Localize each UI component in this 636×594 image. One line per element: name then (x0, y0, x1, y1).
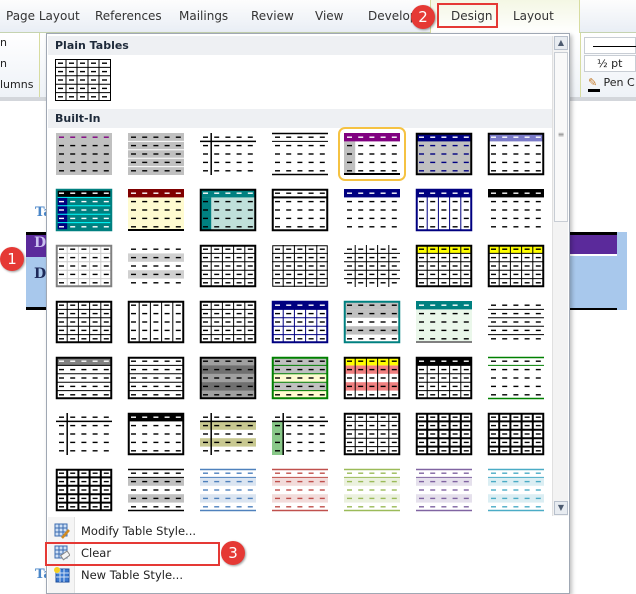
design-tab-highlight (437, 3, 498, 28)
modify-table-style-label: Modify Table Style... (81, 524, 197, 538)
table-style-thumbnail[interactable] (487, 356, 545, 400)
pen-color-button[interactable]: ✎ Pen C (588, 76, 635, 92)
table-style-thumbnail[interactable] (487, 244, 545, 288)
table-style-thumbnail[interactable] (199, 468, 257, 512)
plain-tables-header: Plain Tables (48, 36, 552, 55)
ribbon-tab-bar: Page Layout References Mailings Review V… (0, 0, 636, 33)
table-style-thumbnail[interactable] (415, 412, 473, 456)
table-style-thumbnail[interactable] (343, 412, 401, 456)
table-style-thumbnail[interactable] (271, 412, 329, 456)
table-style-thumbnail[interactable] (338, 127, 406, 181)
table-style-thumbnail[interactable] (55, 300, 113, 344)
table-style-plain-grid[interactable] (55, 59, 113, 103)
modify-table-icon (54, 523, 70, 539)
table-style-thumbnail[interactable] (199, 244, 257, 288)
table-style-thumbnail[interactable] (415, 468, 473, 512)
gallery-scrollbar[interactable]: ▲ ≡ ▼ (552, 36, 568, 516)
table-style-thumbnail[interactable] (127, 356, 185, 400)
table-style-thumbnail[interactable] (55, 132, 113, 176)
table-style-thumbnail[interactable] (55, 356, 113, 400)
table-style-thumbnail[interactable] (199, 188, 257, 232)
built-in-header: Built-In (48, 109, 552, 128)
table-style-thumbnail[interactable] (127, 132, 185, 176)
tab-references[interactable]: References (95, 9, 162, 23)
table-style-thumbnail[interactable] (487, 468, 545, 512)
callout-3: 3 (221, 541, 245, 565)
table-style-thumbnail[interactable] (127, 188, 185, 232)
callout-2: 2 (411, 5, 435, 29)
table-style-thumbnail[interactable] (415, 300, 473, 344)
table-style-thumbnail[interactable] (271, 300, 329, 344)
line-style-dropdown[interactable] (584, 37, 636, 54)
tab-layout[interactable]: Layout (513, 9, 554, 23)
clear-highlight (45, 542, 220, 566)
scroll-up-button[interactable]: ▲ (554, 36, 568, 50)
scroll-down-button[interactable]: ▼ (554, 501, 568, 515)
table-style-thumbnail[interactable] (55, 468, 113, 512)
table-style-thumbnail[interactable] (487, 412, 545, 456)
table-style-thumbnail[interactable] (127, 412, 185, 456)
ribbon-option-1[interactable]: n (0, 36, 7, 49)
table-style-thumbnail[interactable] (415, 356, 473, 400)
table-style-thumbnail[interactable] (199, 356, 257, 400)
tab-page-layout[interactable]: Page Layout (6, 9, 80, 23)
line-weight-dropdown[interactable]: ½ pt (584, 55, 636, 72)
table-style-thumbnail[interactable] (271, 244, 329, 288)
tab-mailings[interactable]: Mailings (179, 9, 228, 23)
table-style-thumbnail[interactable] (415, 244, 473, 288)
pen-color-label: Pen C (603, 76, 635, 89)
document-table[interactable]: D D (26, 232, 46, 310)
table-styles-gallery: Plain Tables Built-In ▲ ≡ ▼ Modify Table… (46, 33, 570, 594)
pen-icon: ✎ (588, 76, 600, 92)
scroll-thumb[interactable]: ≡ (554, 52, 568, 222)
table-style-thumbnail[interactable] (271, 468, 329, 512)
table-style-thumbnail[interactable] (343, 244, 401, 288)
table-style-thumbnail[interactable] (55, 412, 113, 456)
table-style-thumbnail[interactable] (127, 244, 185, 288)
modify-table-style-item[interactable]: Modify Table Style... (48, 520, 552, 542)
table-style-thumbnail[interactable] (199, 300, 257, 344)
table-style-thumbnail[interactable] (199, 132, 257, 176)
table-style-thumbnail[interactable] (415, 188, 473, 232)
table-style-thumbnail[interactable] (343, 468, 401, 512)
tab-view[interactable]: View (315, 9, 343, 23)
ribbon-option-2[interactable]: n (0, 57, 7, 70)
table-style-thumbnail[interactable] (487, 188, 545, 232)
table-style-thumbnail[interactable] (127, 300, 185, 344)
table-style-thumbnail[interactable] (55, 188, 113, 232)
callout-1: 1 (0, 247, 24, 271)
new-table-style-icon (54, 567, 70, 583)
table-style-thumbnail[interactable] (487, 132, 545, 176)
table-style-thumbnail[interactable] (127, 468, 185, 512)
tab-developer[interactable]: Develop (368, 9, 417, 23)
line-weight-value: ½ pt (597, 57, 623, 70)
table-style-thumbnail[interactable] (343, 188, 401, 232)
table-style-thumbnail[interactable] (487, 300, 545, 344)
table-style-thumbnail[interactable] (271, 356, 329, 400)
table-style-thumbnail[interactable] (271, 132, 329, 176)
tab-review[interactable]: Review (251, 9, 294, 23)
table-body-cell: D (26, 257, 46, 307)
table-style-thumbnail[interactable] (343, 300, 401, 344)
new-table-style-item[interactable]: New Table Style... (48, 564, 552, 586)
document-table-right[interactable] (570, 232, 617, 310)
table-style-thumbnail[interactable] (55, 244, 113, 288)
table-style-thumbnail[interactable] (271, 188, 329, 232)
table-style-thumbnail[interactable] (343, 356, 401, 400)
ribbon-option-columns[interactable]: lumns (0, 78, 33, 91)
table-style-thumbnail[interactable] (199, 412, 257, 456)
table-style-thumbnail[interactable] (415, 132, 473, 176)
new-table-style-label: New Table Style... (81, 568, 183, 582)
table-header-cell: D (26, 235, 46, 257)
